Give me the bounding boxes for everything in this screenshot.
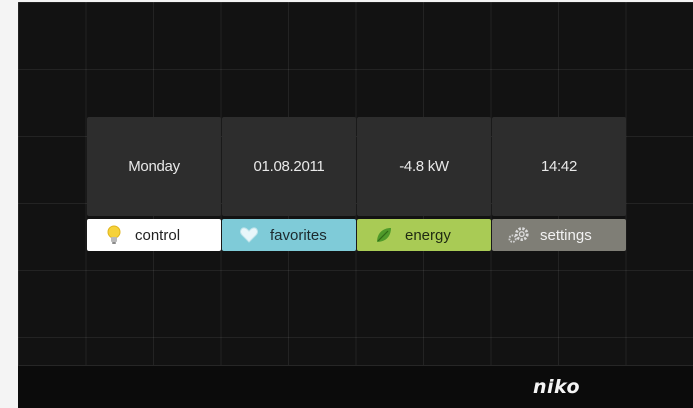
lightbulb-icon <box>103 224 125 246</box>
tab-favorites-label: favorites <box>270 226 327 244</box>
time-tile: 14:42 <box>492 117 626 216</box>
day-tile: Monday <box>87 117 221 216</box>
date-tile: 01.08.2011 <box>222 117 356 216</box>
niko-logo: niko <box>533 376 581 398</box>
tab-control-label: control <box>135 226 181 244</box>
power-tile: -4.8 kW <box>357 117 491 216</box>
date-label: 01.08.2011 <box>253 158 325 175</box>
tab-control[interactable]: control <box>87 219 221 251</box>
tab-favorites[interactable]: favorites <box>222 219 356 251</box>
tab-settings[interactable]: settings <box>492 219 626 251</box>
time-label: 14:42 <box>540 158 578 175</box>
tab-energy-label: energy <box>405 226 451 244</box>
bottom-bar <box>18 365 693 408</box>
power-label: -4.8 kW <box>399 158 449 175</box>
heart-icon <box>238 224 260 246</box>
tab-energy[interactable]: energy <box>357 219 491 251</box>
gears-icon <box>508 224 530 246</box>
tab-settings-label: settings <box>540 226 592 244</box>
leaf-icon <box>373 224 395 246</box>
day-label: Monday <box>128 158 180 175</box>
